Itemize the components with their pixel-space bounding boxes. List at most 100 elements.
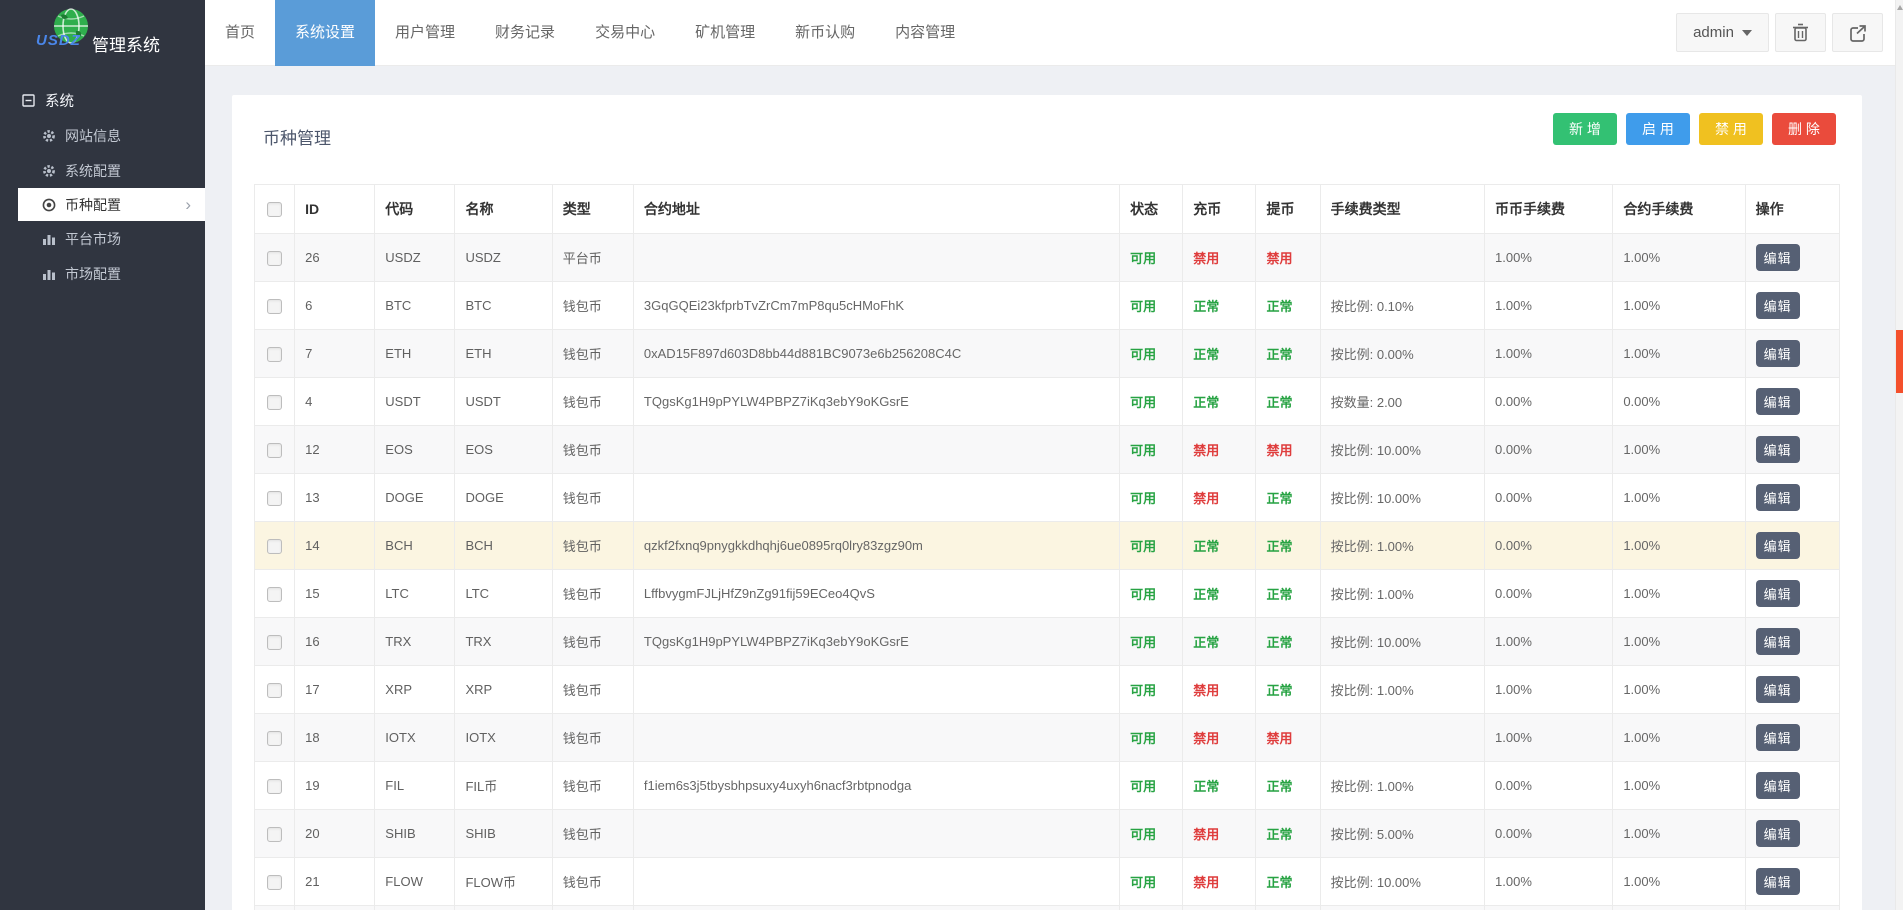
cell-contract-address: LffbvygmFJLjHfZ9nZg91fij59ECeo4QvS <box>633 570 1119 618</box>
page-scrollbar[interactable] <box>1895 0 1903 910</box>
sidebar-section-system[interactable]: 系统 <box>0 82 205 118</box>
cell-withdraw: 正常 <box>1256 762 1320 810</box>
cell-select <box>255 474 295 522</box>
edit-button[interactable]: 编辑 <box>1756 628 1800 655</box>
edit-button[interactable]: 编辑 <box>1756 820 1800 847</box>
row-checkbox[interactable] <box>267 635 282 650</box>
row-checkbox[interactable] <box>267 539 282 554</box>
cell-contract-fee: 1.00% <box>1613 714 1745 762</box>
status-badge: 可用 <box>1130 299 1156 314</box>
deposit-badge: 禁用 <box>1193 443 1219 458</box>
row-checkbox[interactable] <box>267 443 282 458</box>
status-badge: 可用 <box>1130 491 1156 506</box>
cell-actions: 编辑 <box>1745 762 1839 810</box>
withdraw-badge: 正常 <box>1266 299 1292 314</box>
nav-tab-home[interactable]: 首页 <box>205 0 275 66</box>
admin-dropdown[interactable]: admin <box>1676 13 1769 52</box>
nav-tab-miner-management[interactable]: 矿机管理 <box>675 0 775 66</box>
status-badge: 可用 <box>1130 683 1156 698</box>
sidebar-item-platform-market[interactable]: 平台市场 <box>0 221 205 256</box>
sidebar-section-label: 系统 <box>45 90 74 111</box>
edit-button[interactable]: 编辑 <box>1756 676 1800 703</box>
cell-fee-type: 按比例: 1.00% <box>1320 522 1484 570</box>
cell-id: 13 <box>295 474 375 522</box>
row-checkbox[interactable] <box>267 587 282 602</box>
nav-tab-new-coin-subscribe[interactable]: 新币认购 <box>775 0 875 66</box>
cell-name: USDZ <box>455 234 552 282</box>
row-checkbox[interactable] <box>267 395 282 410</box>
row-checkbox[interactable] <box>267 779 282 794</box>
edit-button[interactable]: 编辑 <box>1756 244 1800 271</box>
cell-fee-type: 按比例: 10.00% <box>1320 426 1484 474</box>
scrollbar-thumb[interactable] <box>1896 330 1903 393</box>
cell-id: 20 <box>295 810 375 858</box>
cell-id: 17 <box>295 666 375 714</box>
trash-button[interactable] <box>1775 13 1826 52</box>
cell-coin-fee: 0.00% <box>1485 378 1613 426</box>
cell-name: TRX <box>455 618 552 666</box>
edit-button[interactable]: 编辑 <box>1756 580 1800 607</box>
sidebar-item-site-info[interactable]: 网站信息 <box>0 118 205 153</box>
delete-button[interactable]: 删 除 <box>1772 113 1836 145</box>
enable-button[interactable]: 启 用 <box>1626 113 1690 145</box>
cell-status: 可用 <box>1120 426 1183 474</box>
row-checkbox[interactable] <box>267 683 282 698</box>
cell-deposit: 正常 <box>1183 330 1256 378</box>
edit-button[interactable]: 编辑 <box>1756 772 1800 799</box>
row-checkbox[interactable] <box>267 731 282 746</box>
nav-tab-content-management[interactable]: 内容管理 <box>875 0 975 66</box>
row-checkbox[interactable] <box>267 827 282 842</box>
status-badge: 可用 <box>1130 347 1156 362</box>
edit-button[interactable]: 编辑 <box>1756 388 1800 415</box>
cell-actions: 编辑 <box>1745 282 1839 330</box>
cell-type: 钱包币 <box>552 474 633 522</box>
edit-button[interactable]: 编辑 <box>1756 436 1800 463</box>
cell-name: XRP <box>455 666 552 714</box>
row-checkbox[interactable] <box>267 299 282 314</box>
cell-contract-address <box>633 810 1119 858</box>
row-checkbox[interactable] <box>267 251 282 266</box>
cell-deposit: 禁用 <box>1183 810 1256 858</box>
table-row: 16TRXTRX钱包币TQgsKg1H9pPYLW4PBPZ7iKq3ebY9o… <box>255 618 1840 666</box>
sidebar-item-market-config[interactable]: 市场配置 <box>0 256 205 291</box>
cell-fee-type: 按比例: 1.00% <box>1320 570 1484 618</box>
cell-contract-address: f1iem6s3j5tbysbhpsuxy4uxyh6nacf3rbtpnodg… <box>633 762 1119 810</box>
edit-button[interactable]: 编辑 <box>1756 340 1800 367</box>
nav-tab-user-management[interactable]: 用户管理 <box>375 0 475 66</box>
cell-fee-type: 按比例: 0.00% <box>1320 330 1484 378</box>
sidebar-item-system-config[interactable]: 系统配置 <box>0 153 205 188</box>
cell-code: USDZ <box>375 234 455 282</box>
cell-select <box>255 522 295 570</box>
bar-chart-icon <box>42 267 56 281</box>
main-nav: 首页系统设置用户管理财务记录交易中心矿机管理新币认购内容管理 <box>205 0 1670 66</box>
cell-code: FLOW <box>375 858 455 906</box>
sidebar-item-coin-config[interactable]: 币种配置› <box>18 188 205 221</box>
table-row: 15LTCLTC钱包币LffbvygmFJLjHfZ9nZg91fij59ECe… <box>255 570 1840 618</box>
nav-tab-trade-center[interactable]: 交易中心 <box>575 0 675 66</box>
logout-icon <box>1849 24 1867 42</box>
edit-button[interactable]: 编辑 <box>1756 292 1800 319</box>
cell-status: 可用 <box>1120 570 1183 618</box>
table-row: 13DOGEDOGE钱包币可用禁用正常按比例: 10.00%0.00%1.00%… <box>255 474 1840 522</box>
cell-status: 可用 <box>1120 762 1183 810</box>
logout-button[interactable] <box>1832 13 1883 52</box>
cell-fee-type <box>1320 234 1484 282</box>
select-all-checkbox[interactable] <box>267 202 282 217</box>
row-checkbox[interactable] <box>267 347 282 362</box>
scrollbar-up-arrow-icon[interactable] <box>1897 5 1903 10</box>
row-checkbox[interactable] <box>267 491 282 506</box>
cell-contract-fee: 1.00% <box>1613 666 1745 714</box>
cell-actions: 编辑 <box>1745 330 1839 378</box>
cell-contract-address <box>633 234 1119 282</box>
edit-button[interactable]: 编辑 <box>1756 484 1800 511</box>
disable-button[interactable]: 禁 用 <box>1699 113 1763 145</box>
nav-tab-system-settings[interactable]: 系统设置 <box>275 0 375 66</box>
edit-button[interactable]: 编辑 <box>1756 532 1800 559</box>
add-button[interactable]: 新 增 <box>1553 113 1617 145</box>
withdraw-badge: 禁用 <box>1266 251 1292 266</box>
cell-code: BCH <box>375 522 455 570</box>
edit-button[interactable]: 编辑 <box>1756 724 1800 751</box>
row-checkbox[interactable] <box>267 875 282 890</box>
edit-button[interactable]: 编辑 <box>1756 868 1800 895</box>
nav-tab-finance-records[interactable]: 财务记录 <box>475 0 575 66</box>
